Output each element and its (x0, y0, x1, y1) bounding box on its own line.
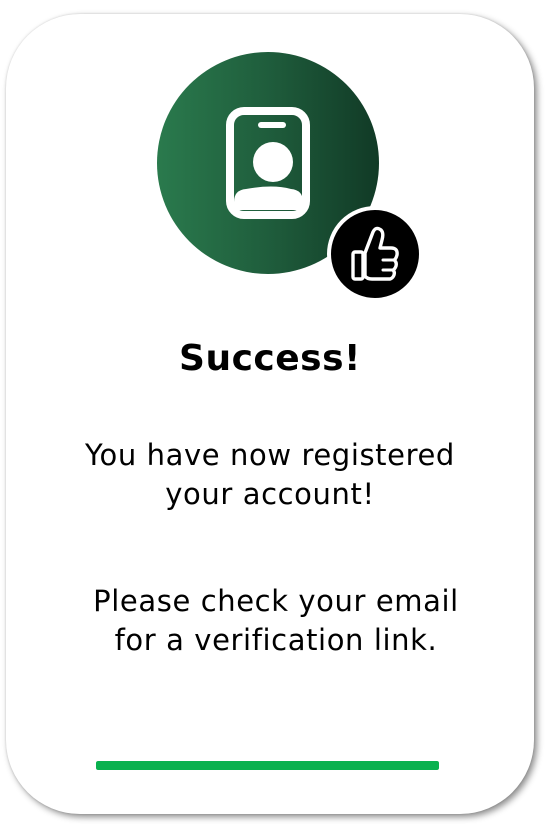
thumbs-up-badge (327, 206, 423, 302)
success-title: Success! (179, 338, 361, 379)
registered-message: You have now registered your account! (85, 438, 455, 511)
id-badge-icon (226, 107, 310, 219)
verification-message: Please check your email for a verificati… (93, 584, 459, 657)
progress-bar (96, 761, 439, 770)
success-dialog: Success! You have now registered your ac… (6, 14, 534, 814)
progress-fill (96, 761, 439, 770)
thumbs-up-icon (351, 226, 399, 281)
